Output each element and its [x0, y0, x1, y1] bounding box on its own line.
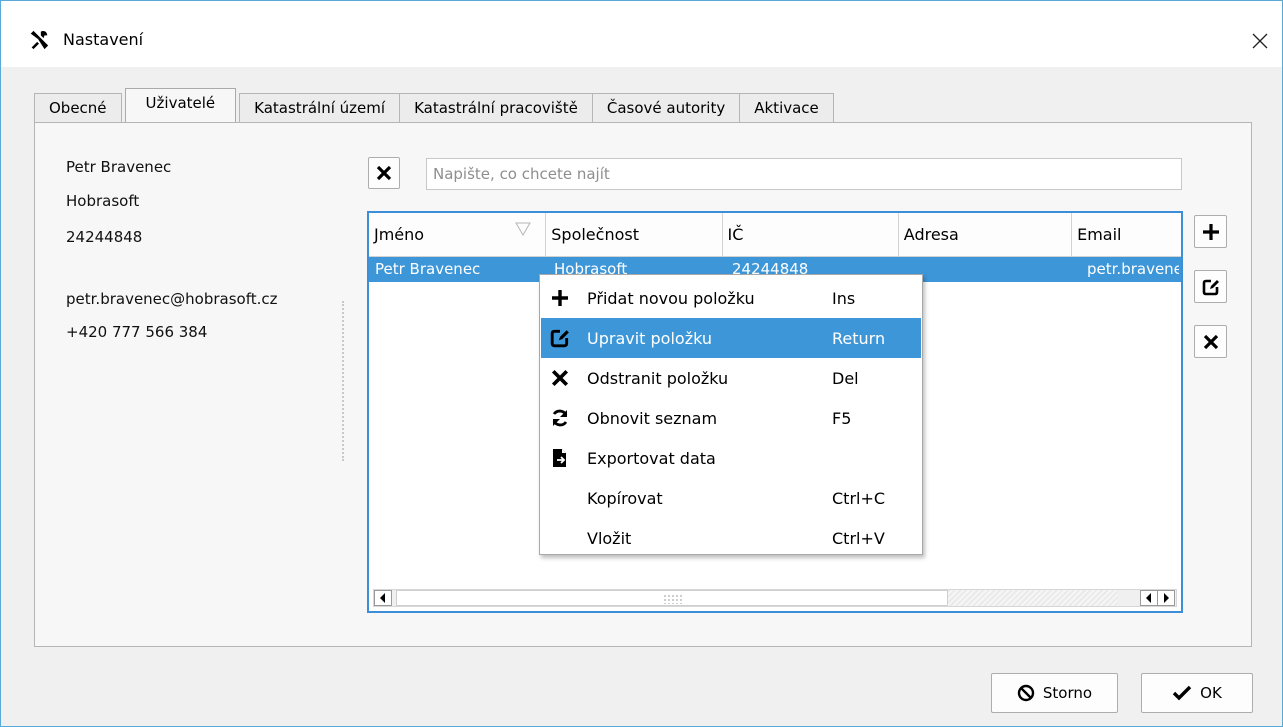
scrollbar-track[interactable]	[948, 590, 1118, 606]
cell-email: petr.bravenec@hobrasoft.cz	[1087, 260, 1179, 278]
table-header: Jméno Společnost IČ Adresa Email	[369, 213, 1181, 257]
column-header-jmeno[interactable]: Jméno	[369, 213, 547, 257]
close-button[interactable]	[1238, 19, 1282, 63]
export-icon	[549, 447, 571, 469]
menu-item-export[interactable]: Exportovat data	[541, 438, 921, 478]
tab-katastralni-pracoviste[interactable]: Katastrální pracoviště	[399, 93, 593, 122]
plus-icon	[549, 287, 571, 309]
scroll-left-button[interactable]	[374, 590, 392, 606]
menu-item-refresh[interactable]: Obnovit seznam F5	[541, 398, 921, 438]
x-icon	[1203, 334, 1218, 349]
user-name: Petr Bravenec	[66, 158, 172, 176]
column-header-spolecnost[interactable]: Společnost	[546, 213, 723, 257]
edit-icon	[549, 327, 571, 349]
cell-jmeno: Petr Bravenec	[375, 260, 481, 278]
scroll-left-button-2[interactable]	[1140, 590, 1158, 606]
ok-button[interactable]: OK	[1141, 673, 1253, 713]
clear-search-button[interactable]	[368, 157, 400, 189]
arrow-right-icon	[1164, 593, 1169, 603]
user-email: petr.bravenec@hobrasoft.cz	[66, 290, 278, 308]
delete-item-button[interactable]	[1194, 325, 1227, 358]
column-header-ic[interactable]: IČ	[722, 213, 899, 257]
search-input[interactable]	[426, 158, 1182, 190]
arrow-left-icon	[380, 593, 385, 603]
user-ic: 24244848	[66, 228, 143, 246]
menu-item-copy[interactable]: Kopírovat Ctrl+C	[541, 478, 921, 518]
menu-item-edit[interactable]: Upravit položku Return	[541, 318, 921, 358]
tab-aktivace[interactable]: Aktivace	[739, 93, 834, 122]
cancel-button[interactable]: Storno	[991, 673, 1118, 713]
check-icon	[1172, 685, 1192, 701]
edit-item-button[interactable]	[1194, 270, 1227, 303]
title-bar: Nastavení	[1, 1, 1282, 67]
tab-casove-autority[interactable]: Časové autority	[591, 93, 741, 122]
menu-item-delete[interactable]: Odstranit položku Del	[541, 358, 921, 398]
cancel-icon	[1017, 684, 1035, 702]
add-item-button[interactable]	[1194, 215, 1227, 248]
tab-obecne[interactable]: Obecné	[34, 93, 122, 122]
menu-item-add[interactable]: Přidat novou položku Ins	[541, 278, 921, 318]
edit-icon	[1202, 279, 1219, 295]
column-header-adresa[interactable]: Adresa	[898, 213, 1073, 257]
tab-uzivatele[interactable]: Uživatelé	[124, 88, 237, 122]
grip-icon	[663, 594, 683, 604]
tab-katastralni-uzemi[interactable]: Katastrální území	[239, 93, 401, 122]
sort-indicator-icon	[515, 222, 532, 236]
scrollbar-thumb[interactable]	[396, 590, 948, 606]
context-menu: Přidat novou položku Ins Upravit položku…	[539, 274, 923, 555]
scroll-right-button[interactable]	[1157, 590, 1175, 606]
x-icon	[376, 165, 392, 181]
user-company: Hobrasoft	[66, 192, 140, 210]
settings-dialog: Nastavení Obecné Uživatelé Katastrální ú…	[0, 0, 1283, 727]
arrow-left-icon	[1146, 593, 1151, 603]
panel-splitter[interactable]	[342, 301, 344, 461]
column-header-email[interactable]: Email	[1072, 213, 1181, 257]
plus-icon	[1202, 223, 1219, 240]
close-icon	[1252, 33, 1268, 49]
menu-item-paste[interactable]: Vložit Ctrl+V	[541, 518, 921, 558]
refresh-icon	[549, 407, 571, 429]
tools-icon	[30, 30, 49, 50]
horizontal-scrollbar[interactable]	[373, 589, 1177, 607]
cell-adresa	[904, 257, 1079, 282]
x-icon	[549, 367, 571, 389]
window-title: Nastavení	[63, 30, 144, 49]
tab-bar: Obecné Uživatelé Katastrální území Katas…	[34, 88, 834, 122]
user-phone: +420 777 566 384	[66, 323, 208, 341]
